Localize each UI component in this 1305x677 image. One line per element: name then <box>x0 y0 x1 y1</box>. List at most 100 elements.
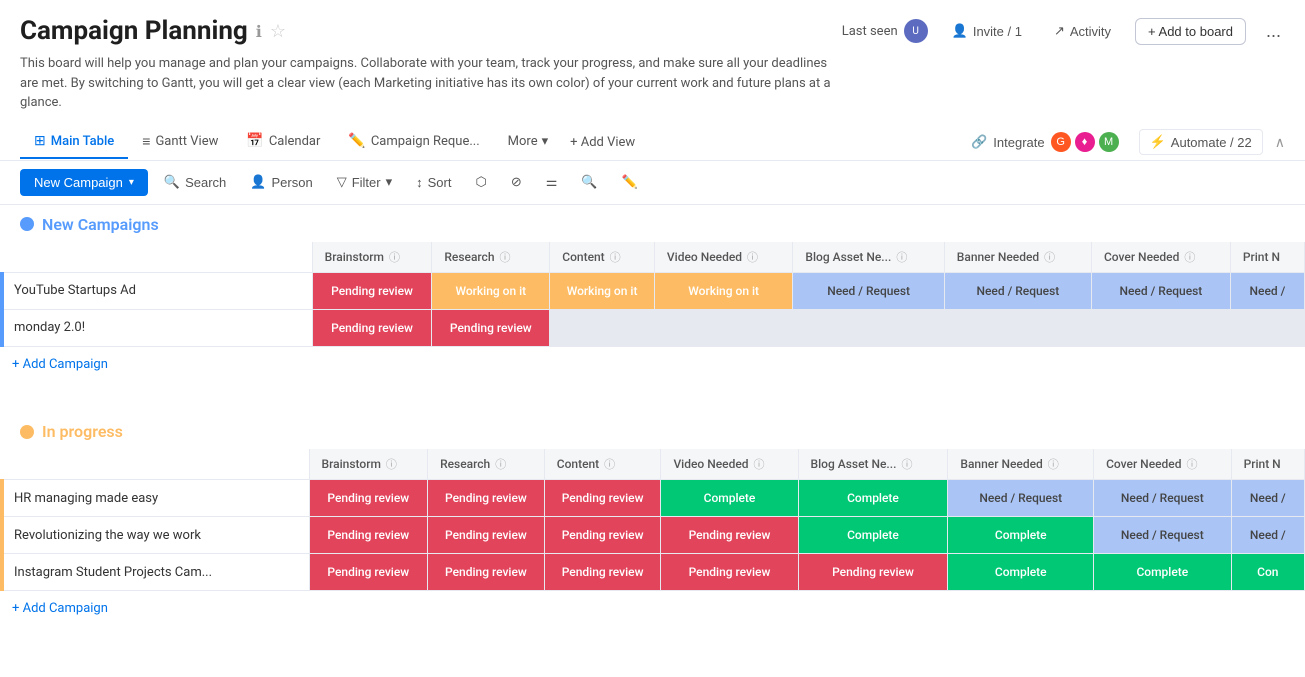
row-name-label: Revolutionizing the way we work <box>14 528 201 543</box>
cell-video[interactable]: Pending review <box>661 517 798 554</box>
cell-research[interactable]: Working on it <box>432 272 550 309</box>
research-info-icon-2[interactable]: ⓘ <box>495 456 506 472</box>
cell-research[interactable]: Pending review <box>428 480 545 517</box>
collapse-rows-button[interactable]: 🔍 <box>573 170 605 194</box>
cell-banner[interactable]: Complete <box>948 554 1094 591</box>
person-button[interactable]: 👤 Person <box>242 170 320 194</box>
cell-brainstorm[interactable]: Pending review <box>312 309 432 346</box>
cell-banner[interactable]: Need / Request <box>948 480 1094 517</box>
more-options-button[interactable]: ... <box>1262 17 1285 46</box>
tab-gantt-view[interactable]: ≡ Gantt View <box>128 125 232 160</box>
cell-content[interactable]: Pending review <box>544 554 661 591</box>
cell-print[interactable]: Need / <box>1231 480 1304 517</box>
cell-cover[interactable]: Need / Request <box>1094 480 1231 517</box>
cell-banner[interactable]: Need / Request <box>944 272 1091 309</box>
cell-research[interactable]: Pending review <box>428 517 545 554</box>
banner-info-icon-2[interactable]: ⓘ <box>1048 456 1059 472</box>
cell-blog[interactable]: Complete <box>798 480 948 517</box>
automate-button[interactable]: ⚡ Automate / 22 <box>1139 129 1263 155</box>
content-info-icon[interactable]: ⓘ <box>610 249 621 265</box>
cell-video[interactable] <box>654 309 793 346</box>
cell-print[interactable]: Need / <box>1230 272 1304 309</box>
cell-content[interactable]: Pending review <box>544 517 661 554</box>
group-icon: ⚌ <box>546 174 558 190</box>
th-research: Researchⓘ <box>432 242 550 273</box>
sort-button[interactable]: ↕ Sort <box>408 171 459 194</box>
group-by-button[interactable]: ⚌ <box>538 170 566 194</box>
cell-blog[interactable] <box>793 309 944 346</box>
calendar-icon: 📅 <box>246 133 263 149</box>
sort-icon: ↕ <box>416 175 423 190</box>
banner-info-icon[interactable]: ⓘ <box>1044 249 1055 265</box>
video-info-icon[interactable]: ⓘ <box>747 249 758 265</box>
activity-button[interactable]: ↗ Activity <box>1046 19 1119 43</box>
cell-brainstorm[interactable]: Pending review <box>309 480 428 517</box>
group-title-in-progress[interactable]: In progress <box>42 422 123 441</box>
blog-info-icon-2[interactable]: ⓘ <box>901 456 912 472</box>
tab-main-table[interactable]: ⊞ Main Table <box>20 125 128 159</box>
brainstorm-info-icon[interactable]: ⓘ <box>389 249 400 265</box>
cell-cover[interactable] <box>1091 309 1230 346</box>
cell-content[interactable]: Pending review <box>544 480 661 517</box>
star-icon[interactable]: ☆ <box>270 21 286 42</box>
blog-info-icon[interactable]: ⓘ <box>896 249 907 265</box>
add-campaign-label-2[interactable]: + Add Campaign <box>2 591 1305 627</box>
cell-brainstorm[interactable]: Pending review <box>309 517 428 554</box>
cell-content[interactable]: Working on it <box>550 272 655 309</box>
edit-button[interactable]: ✏️ <box>614 170 646 194</box>
brainstorm-info-icon-2[interactable]: ⓘ <box>386 456 397 472</box>
cell-video[interactable]: Working on it <box>654 272 793 309</box>
cell-brainstorm[interactable]: Pending review <box>312 272 432 309</box>
filter-chevron-icon: ▾ <box>386 174 393 190</box>
group-in-progress: In progress Brainstormⓘ Researchⓘ Conten… <box>0 412 1305 627</box>
cell-research[interactable]: Pending review <box>432 309 550 346</box>
group-header-new-campaigns: New Campaigns <box>0 205 1305 242</box>
th-blog-asset: Blog Asset Ne...ⓘ <box>793 242 944 273</box>
content-info-icon-2[interactable]: ⓘ <box>604 456 615 472</box>
tab-calendar[interactable]: 📅 Calendar <box>232 125 334 159</box>
research-info-icon[interactable]: ⓘ <box>500 249 511 265</box>
cell-blog[interactable]: Pending review <box>798 554 948 591</box>
cover-info-icon[interactable]: ⓘ <box>1184 249 1195 265</box>
cell-content[interactable] <box>550 309 655 346</box>
cell-print[interactable]: Con <box>1231 554 1304 591</box>
int-icon-3: M <box>1099 132 1119 152</box>
add-to-board-button[interactable]: + Add to board <box>1135 18 1246 45</box>
cell-blog[interactable]: Need / Request <box>793 272 944 309</box>
cell-research[interactable]: Pending review <box>428 554 545 591</box>
cell-cover[interactable]: Complete <box>1094 554 1231 591</box>
person-icon: 👤 <box>250 174 266 190</box>
add-view-button[interactable]: + Add View <box>562 131 643 154</box>
cell-video[interactable]: Complete <box>661 480 798 517</box>
link-button[interactable]: ⬡ <box>467 170 494 194</box>
chevron-down-icon: ▾ <box>542 134 549 149</box>
cell-blog[interactable]: Complete <box>798 517 948 554</box>
group-title-new-campaigns[interactable]: New Campaigns <box>42 215 159 234</box>
add-campaign-row[interactable]: + Add Campaign <box>2 346 1305 382</box>
invite-button[interactable]: 👤 Invite / 1 <box>944 19 1030 43</box>
filter-button[interactable]: ▽ Filter ▾ <box>329 170 400 194</box>
add-campaign-row-2[interactable]: + Add Campaign <box>2 591 1305 627</box>
video-info-icon-2[interactable]: ⓘ <box>754 456 765 472</box>
tab-more[interactable]: More ▾ <box>494 126 562 159</box>
cell-banner[interactable] <box>944 309 1091 346</box>
cell-video[interactable]: Pending review <box>661 554 798 591</box>
add-campaign-label[interactable]: + Add Campaign <box>2 346 1305 382</box>
new-campaign-button[interactable]: New Campaign ▾ <box>20 169 148 196</box>
tab-campaign-reque[interactable]: ✏️ Campaign Reque... <box>334 125 493 159</box>
cell-cover[interactable]: Need / Request <box>1094 517 1231 554</box>
cover-info-icon-2[interactable]: ⓘ <box>1187 456 1198 472</box>
integrate-button[interactable]: 🔗 Integrate G ♦ M <box>963 128 1127 156</box>
hide-button[interactable]: ⊘ <box>503 170 530 194</box>
cell-banner[interactable]: Complete <box>948 517 1094 554</box>
cell-brainstorm[interactable]: Pending review <box>309 554 428 591</box>
cell-cover[interactable]: Need / Request <box>1091 272 1230 309</box>
cell-print[interactable] <box>1230 309 1304 346</box>
info-icon[interactable]: ℹ <box>256 22 262 41</box>
new-campaign-label: New Campaign <box>34 175 123 190</box>
collapse-button[interactable]: ∧ <box>1275 134 1285 151</box>
table-row: HR managing made easy ⊕ Pending review P… <box>2 480 1305 517</box>
search-button[interactable]: 🔍 Search <box>156 170 234 194</box>
cell-print[interactable]: Need / <box>1231 517 1304 554</box>
table-new-campaigns: Brainstormⓘ Researchⓘ Contentⓘ Video Nee… <box>0 242 1305 383</box>
